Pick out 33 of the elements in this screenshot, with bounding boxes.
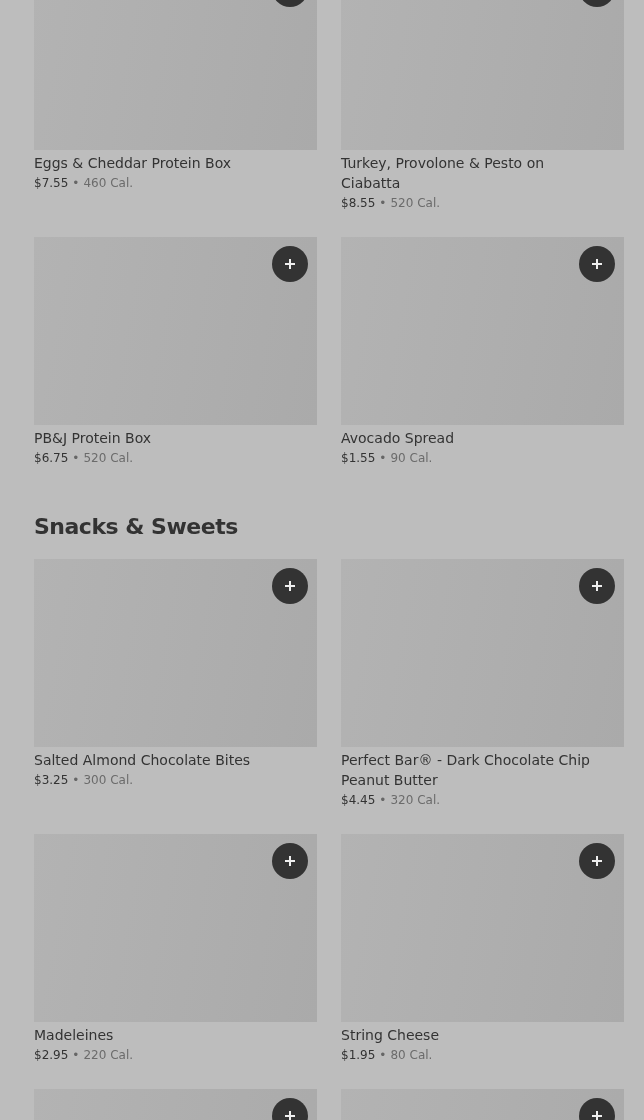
section-heading: Snacks & Sweets (34, 513, 239, 541)
separator-dot: • (72, 1047, 80, 1064)
item-price: $6.75 (34, 450, 69, 467)
separator-dot: • (379, 450, 387, 467)
item-price: $2.95 (34, 1047, 69, 1064)
item-price: $7.55 (34, 175, 69, 192)
item-name: Madeleines (34, 1026, 115, 1045)
item-price: $3.25 (34, 772, 69, 789)
item-calories: 520 Cal. (390, 195, 441, 212)
item-name: Perfect Bar® - Dark Chocolate Chip Peanut Butter (341, 751, 591, 790)
item-name: Eggs & Cheddar Protein Box (34, 154, 233, 173)
separator-dot: • (72, 175, 80, 192)
item-calories: 220 Cal. (83, 1047, 134, 1064)
separator-dot: • (72, 450, 80, 467)
separator-dot: • (379, 792, 387, 809)
separator-dot: • (72, 772, 80, 789)
item-calories: 300 Cal. (83, 772, 134, 789)
item-name: Salted Almond Chocolate Bites (34, 751, 252, 770)
item-price: $1.55 (341, 450, 376, 467)
item-name: Avocado Spread (341, 429, 456, 448)
separator-dot: • (379, 1047, 387, 1064)
item-calories: 460 Cal. (83, 175, 134, 192)
item-calories: 90 Cal. (390, 450, 433, 467)
item-price: $4.45 (341, 792, 376, 809)
item-price: $1.95 (341, 1047, 376, 1064)
item-calories: 520 Cal. (83, 450, 134, 467)
item-price: $8.55 (341, 195, 376, 212)
item-name: String Cheese (341, 1026, 440, 1045)
item-calories: 320 Cal. (390, 792, 441, 809)
item-name: PB&J Protein Box (34, 429, 153, 448)
item-calories: 80 Cal. (390, 1047, 433, 1064)
separator-dot: • (379, 195, 387, 212)
item-name: Turkey, Provolone & Pesto on Ciabatta (341, 154, 546, 193)
